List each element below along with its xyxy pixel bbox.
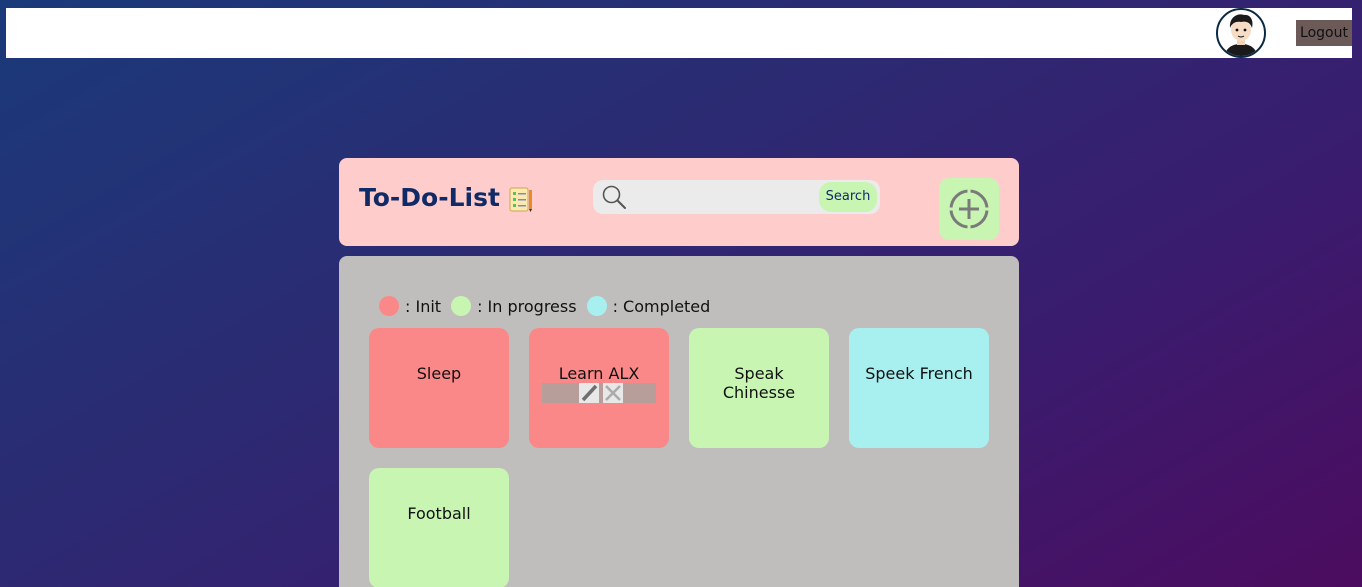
task-label: Learn ALX bbox=[558, 364, 640, 383]
completed-dot-icon bbox=[586, 296, 607, 316]
pencil-icon bbox=[581, 384, 598, 402]
legend-label: : Completed bbox=[612, 296, 711, 316]
legend-label: : In progress bbox=[477, 296, 577, 316]
checklist-icon bbox=[509, 187, 533, 213]
init-dot-icon bbox=[379, 296, 399, 316]
logout-button[interactable]: Logout bbox=[1296, 20, 1352, 46]
task-label: Sleep bbox=[416, 364, 462, 383]
task-card-football[interactable]: Football bbox=[369, 468, 509, 587]
task-card-speek-french[interactable]: Speek French bbox=[849, 328, 989, 448]
legend-item-in-progress: : In progress bbox=[451, 296, 577, 316]
task-card-speak-chinesse[interactable]: Speak Chinesse bbox=[689, 328, 829, 448]
legend-label: : Init bbox=[405, 296, 442, 316]
in-progress-dot-icon bbox=[451, 296, 472, 316]
close-icon bbox=[605, 385, 621, 401]
header-card: To-Do-List Search bbox=[339, 158, 1019, 246]
plus-circle-icon bbox=[948, 188, 990, 230]
top-navbar: Logout bbox=[6, 8, 1352, 58]
edit-task-button[interactable] bbox=[579, 383, 599, 403]
task-board: : Init : In progress : Completed Sleep L… bbox=[339, 256, 1019, 587]
legend-item-completed: : Completed bbox=[586, 296, 711, 316]
search-input[interactable] bbox=[633, 184, 817, 212]
search-button[interactable]: Search bbox=[819, 182, 877, 212]
search-bar: Search bbox=[593, 180, 880, 214]
task-label: Speek French bbox=[865, 364, 973, 383]
task-label: Football bbox=[407, 504, 471, 523]
task-card-learn-alx[interactable]: Learn ALX bbox=[529, 328, 669, 448]
page-title: To-Do-List bbox=[359, 183, 500, 212]
task-card-sleep[interactable]: Sleep bbox=[369, 328, 509, 448]
search-icon bbox=[601, 184, 627, 210]
delete-task-button[interactable] bbox=[603, 383, 623, 403]
status-legend: : Init : In progress : Completed bbox=[379, 295, 720, 317]
user-avatar[interactable] bbox=[1216, 8, 1266, 58]
task-label: Speak Chinesse bbox=[722, 364, 796, 402]
legend-item-init: : Init bbox=[379, 296, 441, 316]
task-action-bar bbox=[542, 383, 656, 403]
add-task-button[interactable] bbox=[939, 178, 999, 240]
